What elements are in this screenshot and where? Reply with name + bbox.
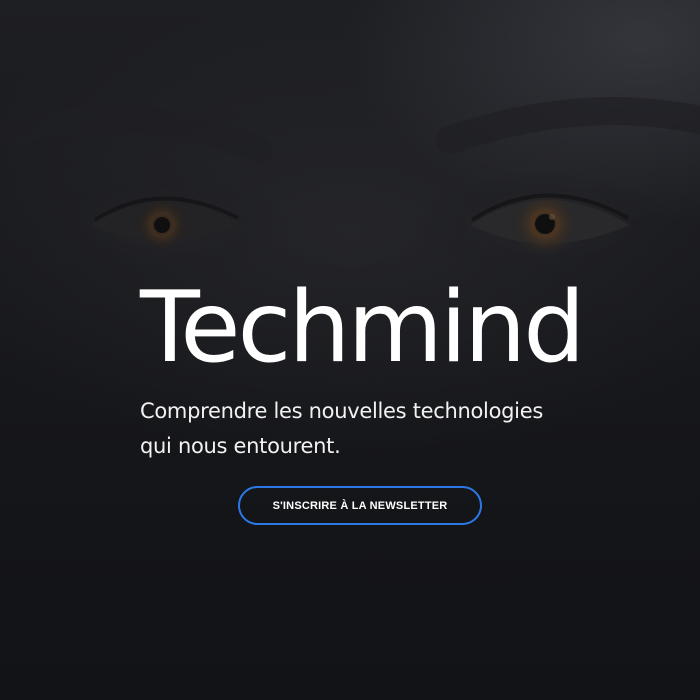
site-title: Techmind <box>140 271 586 385</box>
hero-content: Techmind Comprendre les nouvelles techno… <box>140 276 600 464</box>
left-iris <box>136 199 188 251</box>
hero-section: Techmind Comprendre les nouvelles techno… <box>0 0 700 700</box>
tagline: Comprendre les nouvelles technologies qu… <box>140 399 543 458</box>
right-iris <box>513 192 577 256</box>
newsletter-signup-button[interactable]: S'INSCRIRE À LA NEWSLETTER <box>238 486 482 525</box>
